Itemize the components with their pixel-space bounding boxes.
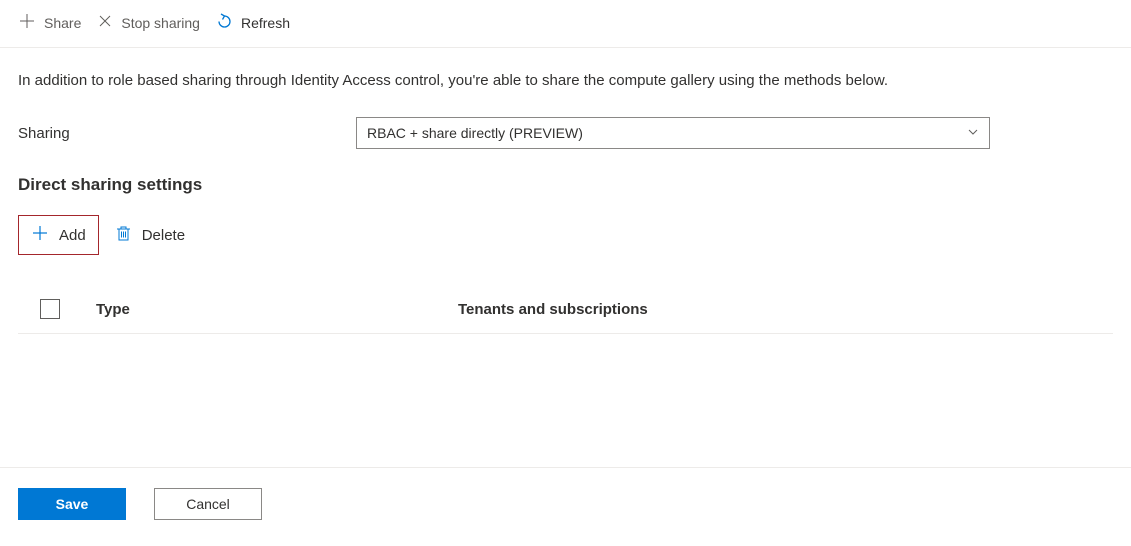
sharing-label: Sharing — [18, 125, 356, 142]
trash-icon — [115, 225, 132, 246]
cancel-button[interactable]: Cancel — [154, 488, 262, 520]
direct-sharing-title: Direct sharing settings — [18, 175, 1113, 195]
delete-button[interactable]: Delete — [105, 217, 195, 254]
plus-icon — [18, 12, 36, 33]
stop-sharing-label: Stop sharing — [121, 15, 200, 31]
select-all-checkbox[interactable] — [40, 299, 60, 319]
table-header: Type Tenants and subscriptions — [18, 285, 1113, 334]
add-label: Add — [59, 227, 86, 244]
sharing-field-row: Sharing RBAC + share directly (PREVIEW) — [18, 117, 1113, 149]
refresh-label: Refresh — [241, 15, 290, 31]
save-button[interactable]: Save — [18, 488, 126, 520]
toolbar: Share Stop sharing Refresh — [0, 0, 1131, 48]
plus-icon — [31, 224, 49, 246]
refresh-button[interactable]: Refresh — [216, 13, 290, 33]
share-label: Share — [44, 15, 81, 31]
sharing-select[interactable]: RBAC + share directly (PREVIEW) — [356, 117, 990, 149]
close-icon — [97, 13, 113, 32]
page-description: In addition to role based sharing throug… — [18, 72, 1113, 89]
delete-label: Delete — [142, 227, 185, 244]
share-button[interactable]: Share — [18, 12, 81, 33]
stop-sharing-button[interactable]: Stop sharing — [97, 13, 200, 32]
sharing-select-value: RBAC + share directly (PREVIEW) — [367, 125, 583, 141]
column-tenants: Tenants and subscriptions — [458, 301, 648, 318]
footer: Save Cancel — [0, 467, 1131, 546]
chevron-down-icon — [967, 125, 979, 141]
content-area: In addition to role based sharing throug… — [0, 48, 1131, 334]
refresh-icon — [216, 13, 233, 33]
column-type: Type — [96, 301, 458, 318]
add-button[interactable]: Add — [18, 215, 99, 255]
action-row: Add Delete — [18, 215, 1113, 255]
